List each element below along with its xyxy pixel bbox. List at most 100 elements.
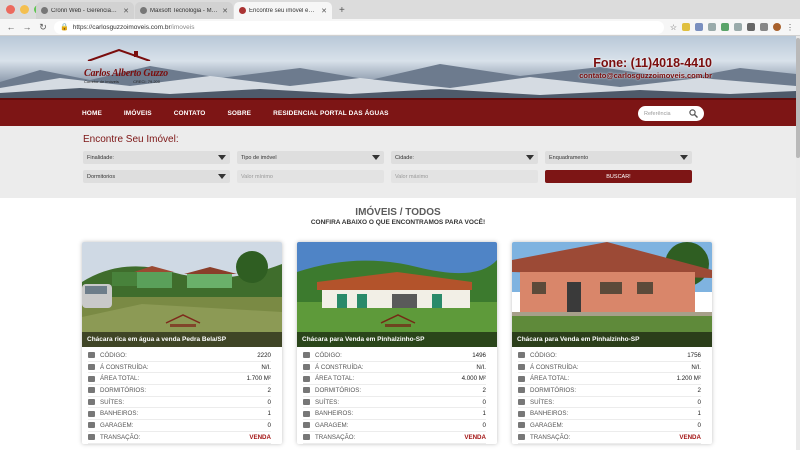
forward-icon[interactable]: → (22, 22, 32, 32)
email-link[interactable]: contato@carlosguzzoimoveis.com.br (579, 71, 712, 80)
property-search-form: Encontre Seu Imóvel: Finalidade: Tipo de… (0, 126, 796, 198)
back-icon[interactable]: ← (6, 22, 16, 32)
address-bar[interactable]: 🔒 https://carlosguzzoimoveis.com.br/imov… (54, 20, 664, 34)
header-banner: Carlos Alberto Guzzo Corretor de imóveis… (0, 36, 796, 98)
reference-search-input[interactable]: Referência (638, 106, 704, 121)
money-icon (518, 434, 525, 441)
property-caption[interactable]: Chácara para Venda em Pinhalzinho-SP (297, 332, 497, 347)
listing-title: IMÓVEIS / TODOS (355, 207, 441, 218)
property-photo[interactable]: Chácara para Venda em Pinhalzinho-SP (297, 242, 497, 347)
chevron-down-icon (372, 155, 380, 160)
extension-icon[interactable] (695, 23, 703, 31)
browser-tab-strip: Cronn Web - Gerenciador de✕ Maxsoft Tecn… (0, 0, 800, 19)
url-host: https://carlosguzzoimoveis.com.br (72, 23, 171, 31)
property-photo[interactable]: Chácara para Venda em Pinhalzinho-SP (512, 242, 712, 347)
suite-icon (303, 399, 310, 406)
chevron-down-icon (218, 174, 226, 179)
tipo-imovel-select[interactable]: Tipo de imóvel (237, 151, 384, 164)
detail-dormitorios: DORMITÓRIOS: 2 (303, 385, 486, 397)
area-icon (518, 375, 525, 382)
valor-maximo-input[interactable]: Valor máximo (391, 170, 538, 183)
bed-icon (518, 387, 525, 394)
valor-minimo-input[interactable]: Valor mínimo (237, 170, 384, 183)
qr-code-icon (303, 352, 310, 359)
nav-residencial[interactable]: RESIDENCIAL PORTAL DAS ÁGUAS (273, 110, 388, 117)
browser-tab-3[interactable]: Encontre seu imóvel em Carlo✕ (234, 2, 332, 19)
extension-icon[interactable] (708, 23, 716, 31)
detail-construida: Á CONSTRUÍDA: N/I. (518, 362, 701, 374)
close-window-icon[interactable] (6, 5, 15, 14)
detail-garagem: GARAGEM: 0 (518, 420, 701, 432)
detail-garagem: GARAGEM: 0 (303, 420, 486, 432)
extension-icon[interactable] (747, 23, 755, 31)
area-icon (88, 375, 95, 382)
dormitorios-select[interactable]: Dormitorios (83, 170, 230, 183)
extension-icon[interactable] (682, 23, 690, 31)
watermark-logo-icon (165, 314, 201, 327)
extension-icon[interactable] (760, 23, 768, 31)
cidade-select[interactable]: Cidade: (391, 151, 538, 164)
search-icon[interactable] (689, 109, 698, 118)
detail-construida: Á CONSTRUÍDA: N/I. (88, 362, 271, 374)
car-icon (88, 422, 95, 429)
property-card[interactable]: Chácara rica em água a venda Pedra Bela/… (82, 242, 282, 444)
tab-favicon-icon (41, 7, 48, 14)
close-tab-icon[interactable]: ✕ (123, 7, 129, 15)
new-tab-button[interactable]: + (333, 5, 351, 16)
enquadramento-select[interactable]: Enquadramento (545, 151, 692, 164)
extension-icon[interactable] (721, 23, 729, 31)
site-logo[interactable]: Carlos Alberto Guzzo Corretor de imóveis… (84, 48, 168, 88)
extension-icon[interactable] (734, 23, 742, 31)
area-icon (303, 375, 310, 382)
lock-icon: 🔒 (60, 24, 69, 31)
avatar[interactable] (773, 23, 781, 31)
finalidade-select[interactable]: Finalidade: (83, 151, 230, 164)
detail-area-total: ÁREA TOTAL: 4.000 M² (303, 373, 486, 386)
listing-subtitle: CONFIRA ABAIXO O QUE ENCONTRAMOS PARA VO… (310, 219, 486, 226)
nav-sobre[interactable]: SOBRE (227, 110, 251, 117)
property-card[interactable]: Chácara para Venda em Pinhalzinho-SP CÓD… (297, 242, 497, 444)
search-title: Encontre Seu Imóvel: (83, 134, 179, 145)
nav-contato[interactable]: CONTATO (174, 110, 206, 117)
browser-tab-1[interactable]: Cronn Web - Gerenciador de✕ (36, 2, 134, 19)
nav-imoveis[interactable]: IMÓVEIS (124, 110, 152, 117)
bed-icon (303, 387, 310, 394)
scrollbar-thumb[interactable] (796, 38, 800, 158)
detail-suites: SUÍTES: 0 (303, 397, 486, 409)
detail-suites: SUÍTES: 0 (88, 397, 271, 409)
detail-banheiros: BANHEIROS: 1 (88, 408, 271, 421)
building-icon (518, 364, 525, 371)
reload-icon[interactable]: ↻ (38, 22, 48, 33)
property-card[interactable]: Chácara para Venda em Pinhalzinho-SP CÓD… (512, 242, 712, 444)
qr-code-icon (518, 352, 525, 359)
main-nav: HOME IMÓVEIS CONTATO SOBRE RESIDENCIAL P… (0, 98, 796, 126)
building-icon (303, 364, 310, 371)
page-scrollbar[interactable] (796, 36, 800, 450)
detail-transacao: TRANSAÇÃO: VENDA (518, 432, 701, 444)
property-caption[interactable]: Chácara rica em água a venda Pedra Bela/… (82, 332, 282, 347)
car-icon (518, 422, 525, 429)
property-details: CÓDIGO: 2220 Á CONSTRUÍDA: N/I. ÁREA TOTAL… (82, 347, 282, 444)
tab-favicon-icon (239, 7, 246, 14)
detail-dormitorios: DORMITÓRIOS: 2 (518, 385, 701, 397)
menu-icon[interactable]: ⋮ (786, 23, 794, 32)
property-details: CÓDIGO: 1496 Á CONSTRUÍDA: N/I. ÁREA TOTAL… (297, 347, 497, 444)
property-details: CÓDIGO: 1756 Á CONSTRUÍDA: N/I. ÁREA TOTAL… (512, 347, 712, 444)
minimize-window-icon[interactable] (20, 5, 29, 14)
browser-tab-2[interactable]: Maxsoft Tecnologia - Maxsoft✕ (135, 2, 233, 19)
buscar-button[interactable]: BUSCAR! (545, 170, 692, 183)
close-tab-icon[interactable]: ✕ (222, 7, 228, 15)
qr-code-icon (88, 352, 95, 359)
close-tab-icon[interactable]: ✕ (321, 7, 327, 15)
watermark-logo-icon (380, 314, 416, 327)
logo-subtitle: Corretor de imóveis (84, 79, 119, 84)
bathtub-icon (303, 410, 310, 417)
star-icon[interactable]: ☆ (670, 23, 677, 32)
nav-home[interactable]: HOME (82, 110, 102, 117)
bed-icon (88, 387, 95, 394)
property-caption[interactable]: Chácara para Venda em Pinhalzinho-SP (512, 332, 712, 347)
car-icon (303, 422, 310, 429)
suite-icon (518, 399, 525, 406)
detail-construida: Á CONSTRUÍDA: N/I. (303, 362, 486, 374)
property-photo[interactable]: Chácara rica em água a venda Pedra Bela/… (82, 242, 282, 347)
